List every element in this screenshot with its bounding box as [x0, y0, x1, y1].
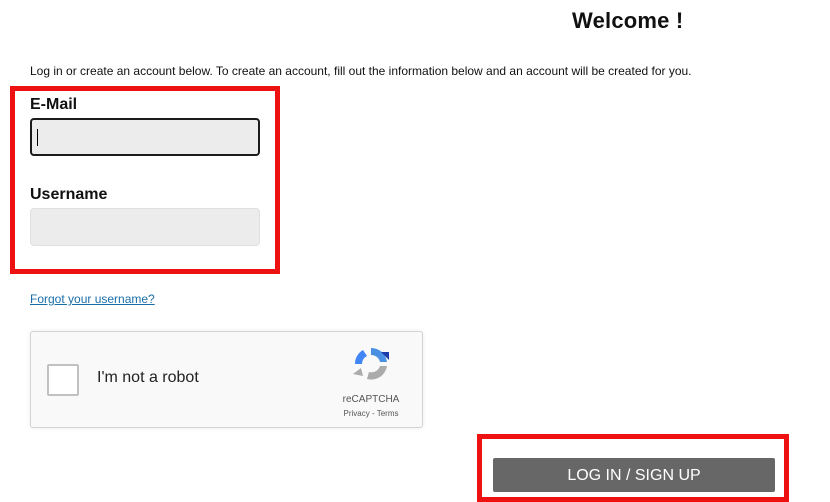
forgot-username-link[interactable]: Forgot your username? — [30, 292, 155, 306]
recaptcha-privacy-terms[interactable]: Privacy - Terms — [331, 409, 411, 418]
email-label: E-Mail — [30, 96, 78, 113]
username-field[interactable] — [30, 208, 260, 246]
page-title: Welcome ! — [572, 8, 684, 33]
recaptcha-widget: I'm not a robot reCAPTCHA Privacy - Term… — [30, 331, 423, 428]
recaptcha-logo-icon — [353, 347, 389, 380]
text-caret — [37, 129, 38, 146]
intro-text: Log in or create an account below. To cr… — [30, 64, 692, 78]
email-field[interactable] — [30, 118, 260, 156]
username-label: Username — [30, 186, 108, 203]
login-page: Welcome ! Log in or create an account be… — [0, 0, 830, 502]
recaptcha-checkbox[interactable] — [47, 364, 79, 396]
recaptcha-brand: reCAPTCHA — [342, 394, 400, 405]
login-signup-button[interactable]: LOG IN / SIGN UP — [493, 458, 775, 492]
recaptcha-label: I'm not a robot — [97, 369, 199, 386]
